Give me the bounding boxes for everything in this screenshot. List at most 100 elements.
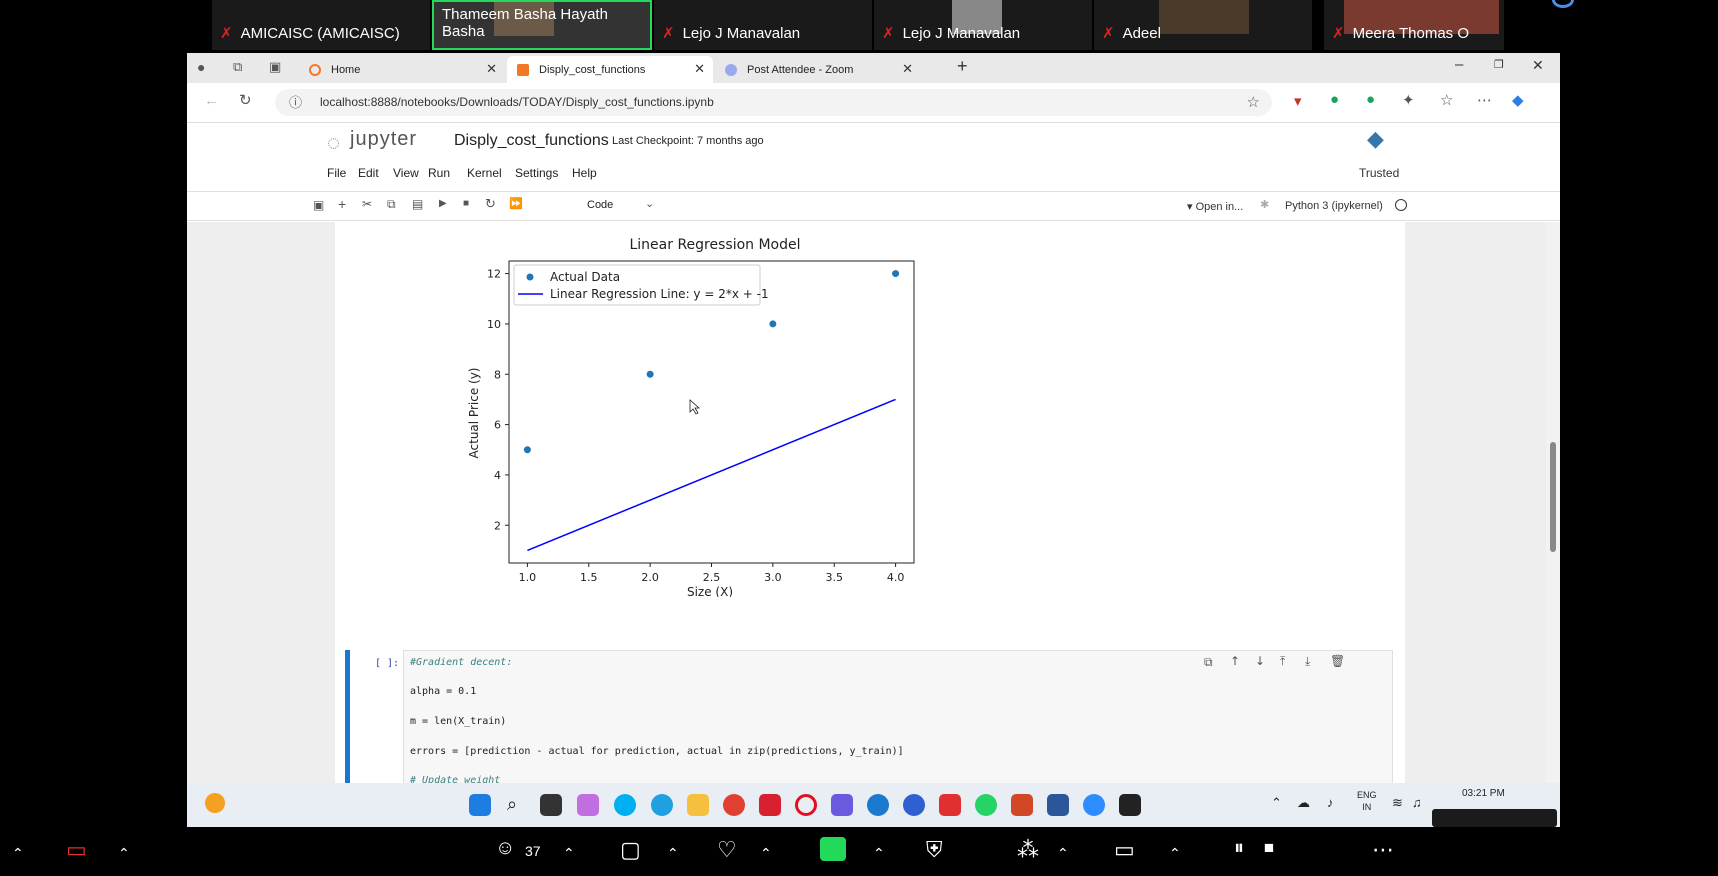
whiteboards-icon[interactable]: ▭ [1114,837,1135,863]
chevron-up-icon[interactable]: ⌃ [760,845,772,862]
favorites-icon[interactable]: ☆ [1440,91,1453,109]
host-tools-icon[interactable]: ⛨ [926,837,943,863]
video-off-icon[interactable]: ▭ [66,837,87,863]
close-icon[interactable]: ✕ [902,61,913,77]
menu-settings[interactable]: Settings [515,166,558,180]
tray-chevron-icon[interactable]: ⌃ [1271,795,1282,811]
participant-tile[interactable]: ✗ Adeel [1094,0,1312,50]
copy-icon[interactable]: ⧉ [387,197,396,212]
new-tab-icon[interactable]: + [957,56,968,77]
grammarly-icon[interactable]: ● [1330,91,1339,108]
more-icon[interactable]: ⋯ [1372,837,1394,863]
chat-icon[interactable]: ▢ [620,837,641,863]
refresh-icon[interactable]: ↻ [239,91,252,109]
trusted-indicator[interactable]: Trusted [1359,166,1399,180]
menu-kernel[interactable]: Kernel [467,166,502,180]
menu-view[interactable]: View [393,166,419,180]
code-cell[interactable]: [ ]: #Gradient decent: alpha = 0.1 m = l… [345,650,1395,783]
clock-time[interactable]: 03:21 PM [1462,788,1505,799]
search-icon[interactable]: ⌕ [507,794,529,816]
menu-help[interactable]: Help [572,166,597,180]
move-up-icon[interactable]: ↑ [1230,654,1240,668]
chrome-icon[interactable] [723,794,745,816]
app-icon[interactable] [903,794,925,816]
copilot-icon[interactable]: ◆ [1512,91,1524,109]
start-icon[interactable] [469,794,491,816]
duplicate-cell-icon[interactable]: ⧉ [1204,655,1213,670]
menu-file[interactable]: File [327,166,346,180]
copilot-icon[interactable] [577,794,599,816]
insert-below-icon[interactable]: ⤓ [1305,654,1310,669]
stop-recording-icon[interactable]: ⏹ [1264,837,1274,860]
wifi-icon[interactable]: ≋ [1392,795,1403,811]
url-field[interactable]: ⓘ localhost:8888/notebooks/Downloads/TOD… [275,89,1272,116]
profile-icon[interactable]: ● [197,59,205,75]
scrollbar[interactable] [1546,222,1560,783]
insert-above-icon[interactable]: ⤒ [1280,654,1285,669]
extension-icon[interactable]: ● [1366,91,1375,108]
app-icon[interactable] [759,794,781,816]
participant-tile[interactable]: ✗ Lejo J Manavalan [874,0,1092,50]
participants-icon[interactable]: ☺ [495,837,515,860]
zoom-icon[interactable] [1083,794,1105,816]
tab-home[interactable]: Home ✕ [299,56,505,83]
tab-post-attendee-zoom[interactable]: Post Attendee - Zoom ✕ [715,56,921,83]
close-icon[interactable]: ✕ [694,61,705,77]
menu-edit[interactable]: Edit [358,166,379,180]
chevron-up-icon[interactable]: ⌃ [12,845,24,862]
menu-run[interactable]: Run [428,166,450,180]
react-icon[interactable]: ♡ [717,837,737,863]
scrollbar-thumb[interactable] [1550,442,1556,552]
chevron-up-icon[interactable]: ⌃ [563,845,575,862]
close-icon[interactable]: ✕ [486,61,497,77]
tab-disply-cost-functions[interactable]: Disply_cost_functions ✕ [507,56,713,83]
language-indicator[interactable]: ENG IN [1357,789,1377,813]
microphone-icon[interactable]: ♪ [1327,795,1334,810]
share-screen-icon[interactable] [820,837,846,861]
chevron-down-icon[interactable]: ⌄ [645,197,654,210]
restart-icon[interactable]: ↻ [485,196,496,212]
site-info-icon[interactable]: ⓘ [289,89,302,116]
skype-icon[interactable] [614,794,636,816]
whatsapp-icon[interactable] [975,794,997,816]
task-view-icon[interactable] [540,794,562,816]
more-icon[interactable]: ⋯ [1477,91,1492,109]
participant-tile[interactable]: ✗ Meera Thomas O [1324,0,1504,50]
workspaces-icon[interactable]: ⧉ [233,59,242,75]
tab-actions-icon[interactable]: ▣ [269,59,281,75]
powerpoint-icon[interactable] [1011,794,1033,816]
zoom-share-controls[interactable] [1432,809,1557,827]
open-in-menu[interactable]: ▾ Open in... [1187,200,1243,213]
extensions-icon[interactable]: ✦ [1402,91,1415,109]
minimize-icon[interactable]: – [1455,56,1463,73]
app-icon[interactable] [831,794,853,816]
participant-tile[interactable]: ✗ AMICAISC (AMICAISC) [212,0,430,50]
add-cell-icon[interactable]: + [338,196,346,212]
cell-type-select[interactable]: Code [587,199,613,211]
chevron-up-icon[interactable]: ⌃ [1057,845,1069,862]
window-close-icon[interactable]: ✕ [1532,57,1544,74]
notification-icon[interactable] [205,793,225,813]
edge-icon[interactable] [651,794,673,816]
run-icon[interactable]: ▶ [439,198,447,209]
chevron-up-icon[interactable]: ⌃ [118,845,130,862]
opera-icon[interactable] [795,794,817,816]
pause-recording-icon[interactable]: ⏸ [1234,837,1244,860]
fast-forward-icon[interactable]: ⏩ [509,197,523,210]
save-icon[interactable]: ▣ [313,198,324,212]
onedrive-icon[interactable]: ☁ [1297,795,1310,811]
file-explorer-icon[interactable] [687,794,709,816]
stop-icon[interactable]: ■ [463,198,469,209]
chevron-up-icon[interactable]: ⌃ [1169,845,1181,862]
chevron-up-icon[interactable]: ⌃ [873,845,885,862]
move-down-icon[interactable]: ↓ [1255,654,1265,668]
anydesk-icon[interactable] [939,794,961,816]
code-editor[interactable]: #Gradient decent: alpha = 0.1 m = len(X_… [403,650,1393,783]
gear-icon[interactable]: ✱ [1260,198,1269,211]
kernel-name[interactable]: Python 3 (ipykernel) [1285,200,1383,212]
extension-icon[interactable]: ▾ [1294,92,1302,110]
participant-tile-active-speaker[interactable]: Thameem Basha Hayath Basha [432,0,652,50]
terminal-icon[interactable] [1119,794,1141,816]
paste-icon[interactable]: ▤ [412,197,423,211]
apps-icon[interactable]: ⁂ [1017,837,1039,863]
